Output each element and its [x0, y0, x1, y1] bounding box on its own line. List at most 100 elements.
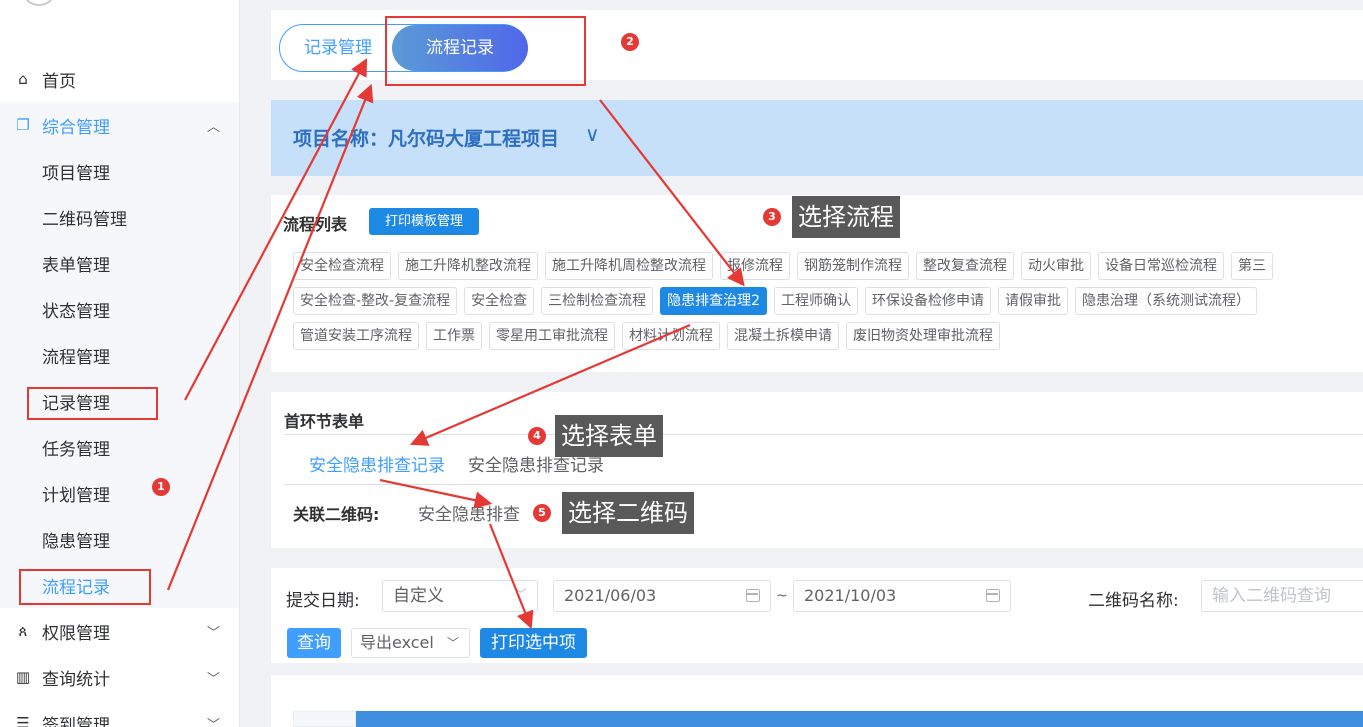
flow-tag[interactable]: 管道安装工序流程 [293, 322, 419, 350]
bar-chart-icon: ▥ [15, 668, 31, 686]
flow-tag[interactable]: 材料计划流程 [622, 322, 720, 350]
start-date-value: 2021/06/03 [564, 586, 657, 605]
callout-select-qrcode: 选择二维码 [562, 492, 694, 534]
filter-card: 提交日期: 自定义 ﹀ 2021/06/03 ~ 2021/10/03 二维码名… [271, 568, 1363, 663]
step-badge-2: 2 [621, 33, 639, 51]
print-selected-button[interactable]: 打印选中项 [480, 628, 587, 658]
chevron-up-icon: ︿ [206, 119, 220, 135]
flow-row: 安全检查-整改-复查流程 安全检查 三检制检查流程 隐患排查治理2 工程师确认 环保设备检… [293, 287, 1264, 315]
sidebar-item-qrcode-management[interactable]: 二维码管理 [0, 194, 239, 240]
project-title: 项目名称：凡尔码大厦工程项目 [293, 128, 560, 150]
first-form-title: 首环节表单 [284, 412, 365, 431]
qrcode-name-input[interactable]: 输入二维码查询 [1201, 580, 1363, 612]
flow-tag[interactable]: 工程师确认 [774, 287, 859, 315]
sidebar-item-label: 隐患管理 [42, 531, 110, 552]
first-form-card: 首环节表单 安全隐患排查记录 安全隐患排查记录 关联二维码: 安全隐患排查 [271, 392, 1363, 548]
flow-tag[interactable]: 动火审批 [1021, 252, 1091, 280]
flow-tag[interactable]: 施工升降机周检整改流程 [545, 252, 713, 280]
sidebar-item-label: 任务管理 [42, 439, 110, 460]
logo-icon [24, 0, 54, 6]
qrcode-name-placeholder: 输入二维码查询 [1212, 586, 1331, 606]
flow-tag[interactable]: 设备日常巡检流程 [1098, 252, 1224, 280]
record-table [271, 675, 1363, 727]
chevron-down-icon[interactable]: ∨ [585, 122, 600, 146]
flow-tag[interactable]: 安全检查-整改-复查流程 [293, 287, 458, 315]
sidebar-item-task-management[interactable]: 任务管理 [0, 424, 239, 470]
flow-tag[interactable]: 第三 [1231, 252, 1273, 280]
sidebar-item-plan-management[interactable]: 计划管理 [0, 470, 239, 516]
divider [284, 434, 1363, 435]
highlight-box-flow-tab [385, 16, 586, 86]
qrcode-name-label: 二维码名称: [1088, 591, 1179, 611]
step-badge-4: 4 [528, 427, 546, 445]
print-template-button[interactable]: 打印模板管理 [369, 208, 479, 235]
query-button[interactable]: 查询 [287, 628, 341, 658]
home-icon: ⌂ [18, 70, 28, 88]
sidebar-item-label: 项目管理 [42, 163, 110, 184]
sidebar-item-status-management[interactable]: 状态管理 [0, 286, 239, 332]
sidebar-item-signin-management[interactable]: ☰ 签到管理 ﹀ [0, 700, 239, 727]
calendar-icon [746, 589, 760, 602]
flow-tag[interactable]: 三检制检查流程 [541, 287, 654, 315]
tab-record-management[interactable]: 记录管理 [280, 25, 396, 71]
sidebar-item-form-management[interactable]: 表单管理 [0, 240, 239, 286]
chevron-down-icon: ﹀ [206, 717, 220, 727]
date-range-separator: ~ [776, 588, 788, 604]
flow-tag[interactable]: 报修流程 [720, 252, 790, 280]
flow-tag[interactable]: 整改复查流程 [916, 252, 1014, 280]
sidebar-item-query-statistics[interactable]: ▥ 查询统计 ﹀ [0, 654, 239, 700]
flow-list-title: 流程列表 [283, 215, 348, 234]
sidebar-item-label: 流程管理 [42, 347, 110, 368]
copy-icon: ❐ [16, 116, 30, 134]
export-excel-label: 导出excel [360, 633, 434, 652]
end-date-input[interactable]: 2021/10/03 [793, 580, 1011, 612]
export-excel-button[interactable]: 导出excel ﹀ [351, 628, 470, 658]
step-badge-1: 1 [152, 478, 170, 496]
chevron-down-icon: ﹀ [206, 671, 220, 687]
sidebar-item-project-management[interactable]: 项目管理 [0, 148, 239, 194]
sidebar-item-label: 状态管理 [42, 301, 110, 322]
flow-tag[interactable]: 隐患治理（系统测试流程） [1075, 287, 1258, 315]
highlight-box-record-management [27, 387, 158, 420]
sidebar-item-general-management[interactable]: ❐ 综合管理 ︿ [0, 102, 239, 148]
flow-tag[interactable]: 工作票 [426, 322, 482, 350]
chevron-down-icon: ﹀ [206, 625, 220, 641]
table-header [356, 711, 1363, 727]
sidebar-item-label: 表单管理 [42, 255, 110, 276]
start-date-input[interactable]: 2021/06/03 [553, 580, 771, 612]
submit-date-label: 提交日期: [286, 591, 360, 611]
calendar-icon [986, 589, 1000, 602]
table-header-checkbox-cell[interactable] [293, 711, 356, 727]
divider [284, 484, 1363, 485]
end-date-value: 2021/10/03 [804, 586, 897, 605]
sidebar-item-label: 综合管理 [42, 117, 110, 138]
flow-row: 安全检查流程 施工升降机整改流程 施工升降机周检整改流程 报修流程 钢筋笼制作流程 整改复… [293, 252, 1280, 280]
chevron-down-icon: ﹀ [446, 636, 459, 650]
flow-tag[interactable]: 环保设备检修申请 [865, 287, 992, 315]
project-selector[interactable]: 项目名称：凡尔码大厦工程项目 ∨ [271, 100, 1363, 176]
sidebar-item-label: 首页 [42, 71, 76, 92]
flow-tag[interactable]: 安全检查流程 [293, 252, 391, 280]
sidebar-item-flow-management[interactable]: 流程管理 [0, 332, 239, 378]
flow-tag[interactable]: 施工升降机整改流程 [398, 252, 538, 280]
sidebar-item-label: 权限管理 [42, 623, 110, 644]
flow-tag-selected[interactable]: 隐患排查治理2 [660, 287, 768, 315]
flow-tag[interactable]: 钢筋笼制作流程 [797, 252, 909, 280]
related-qrcode-value[interactable]: 安全隐患排查 [418, 500, 520, 525]
date-mode-select[interactable]: 自定义 ﹀ [382, 580, 538, 612]
step-badge-3: 3 [763, 208, 781, 226]
flow-tag[interactable]: 请假审批 [998, 287, 1069, 315]
sidebar-item-permission-management[interactable]: ጰ 权限管理 ﹀ [0, 608, 239, 654]
callout-select-form: 选择表单 [555, 415, 663, 457]
flow-tag[interactable]: 安全检查 [464, 287, 535, 315]
form-tab-active[interactable]: 安全隐患排查记录 [309, 451, 445, 476]
sidebar-item-home[interactable]: ⌂ 首页 [0, 56, 239, 102]
sidebar-item-label: 二维码管理 [42, 209, 127, 230]
users-icon: ጰ [18, 622, 28, 640]
sidebar-item-hazard-management[interactable]: 隐患管理 [0, 516, 239, 562]
flow-tag[interactable]: 废旧物资处理审批流程 [846, 322, 1000, 350]
flow-tag[interactable]: 混凝土拆模申请 [727, 322, 839, 350]
flow-tag[interactable]: 零星用工审批流程 [489, 322, 615, 350]
related-qrcode-label: 关联二维码: [293, 505, 380, 524]
sidebar-item-label: 计划管理 [42, 485, 110, 506]
